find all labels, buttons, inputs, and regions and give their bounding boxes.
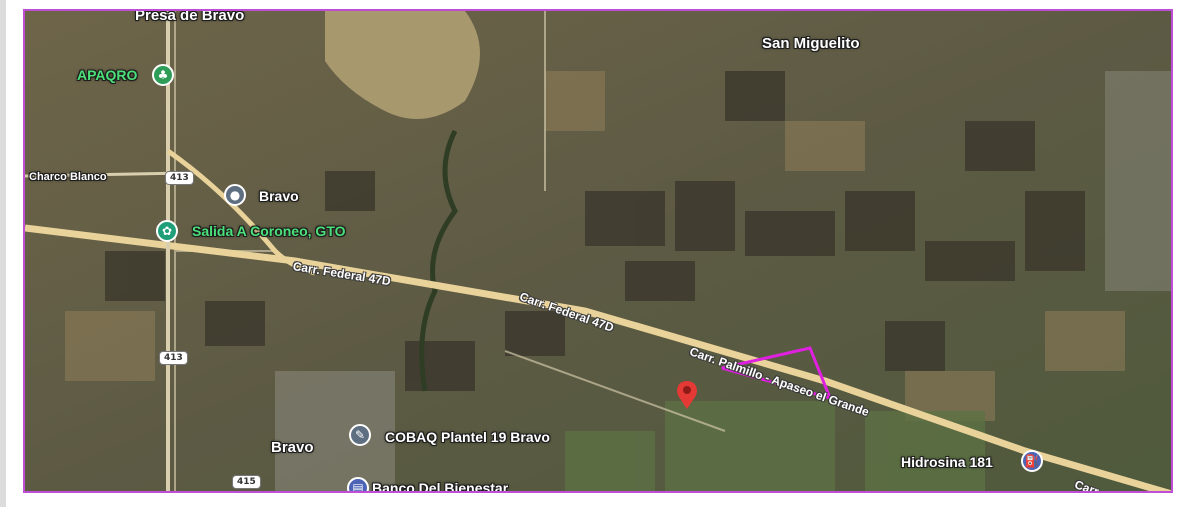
- bank-icon[interactable]: ▤: [347, 477, 369, 491]
- page-left-edge: [0, 0, 6, 507]
- satellite-map[interactable]: Presa de Bravo APAQRO ♣ San Miguelito Ch…: [23, 9, 1173, 493]
- map-imagery: [25, 11, 1171, 491]
- pin-icon[interactable]: ●: [224, 184, 246, 206]
- label-salida: Salida A Coroneo, GTO: [192, 223, 346, 239]
- label-apaqro: APAQRO: [77, 67, 138, 83]
- bravo-town-area: [275, 371, 395, 491]
- shield-413-south: 413: [159, 351, 188, 365]
- flower-icon[interactable]: ✿: [156, 220, 178, 242]
- label-bravo-poi: Bravo: [259, 188, 299, 204]
- label-bravo-town: Bravo: [271, 439, 314, 456]
- label-cobaq: COBAQ Plantel 19 Bravo: [385, 429, 550, 445]
- fuel-icon[interactable]: ⛽: [1021, 450, 1043, 472]
- label-banco: Banco Del Bienestar: [372, 480, 509, 493]
- label-charco-blanco: Charco Blanco: [29, 171, 107, 183]
- label-presa: Presa de Bravo: [135, 9, 245, 24]
- shield-413-north: 413: [165, 171, 194, 185]
- shield-415: 415: [232, 475, 261, 489]
- east-town-area: [1105, 71, 1171, 291]
- label-hidrosina: Hidrosina 181: [901, 454, 993, 470]
- school-icon[interactable]: ✎: [349, 424, 371, 446]
- tree-icon[interactable]: ♣: [152, 64, 174, 86]
- label-san-miguelito: San Miguelito: [762, 35, 860, 52]
